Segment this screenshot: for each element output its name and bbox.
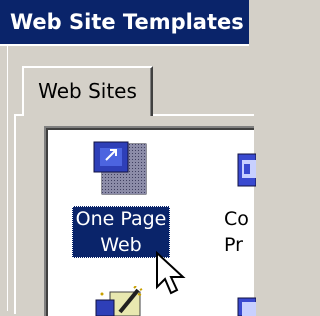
dialog-border	[0, 46, 8, 311]
template-one-page-web-label-line2: Web	[100, 234, 142, 256]
template-one-page-web-label-line1: One Page	[75, 208, 167, 230]
template-corporate-presence-label-line2: Pr	[224, 234, 243, 256]
template-corporate-presence-label-line1: Co	[224, 208, 249, 230]
web-template-icon	[237, 297, 256, 316]
tab-web-sites[interactable]: Web Sites	[22, 66, 153, 116]
templates-list[interactable]: One Page Web Co Pr	[44, 126, 256, 316]
one-page-web-icon	[93, 141, 147, 195]
tab-web-sites-label: Web Sites	[38, 79, 137, 103]
corporate-presence-icon	[237, 153, 256, 187]
title-bar[interactable]: Web Site Templates	[0, 0, 249, 46]
template-corporate-presence-label: Co Pr	[224, 206, 249, 258]
wizard-template-icon	[95, 286, 143, 316]
window-title: Web Site Templates	[10, 10, 244, 34]
mouse-pointer-icon	[156, 251, 186, 295]
